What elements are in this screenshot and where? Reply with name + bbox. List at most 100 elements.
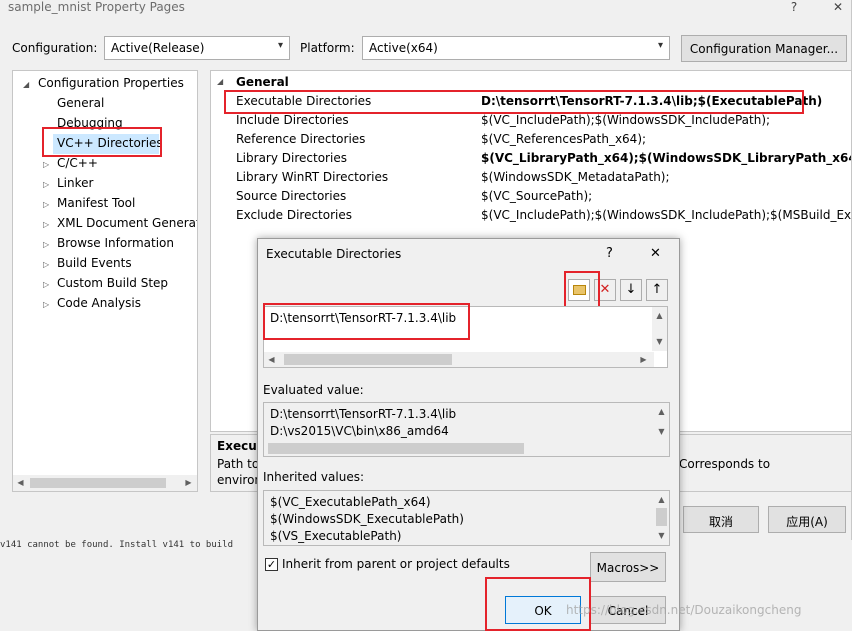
- tree-root[interactable]: Configuration Properties: [38, 76, 184, 90]
- collapsed-triangle-icon[interactable]: ▷: [43, 160, 49, 169]
- window-title: sample_mnist Property Pages: [8, 0, 185, 14]
- tree-item-xml-document[interactable]: XML Document Generat: [57, 216, 197, 230]
- collapsed-triangle-icon[interactable]: ▷: [43, 240, 49, 249]
- property-row[interactable]: Exclude Directories $(VC_IncludePath);$(…: [211, 206, 851, 225]
- checkmark-icon: ✓: [266, 558, 277, 571]
- scroll-right-icon[interactable]: ▶: [636, 355, 651, 364]
- scrollbar-thumb[interactable]: [656, 508, 667, 526]
- evaluated-horizontal-scrollbar[interactable]: [264, 441, 656, 456]
- delete-x-icon: ✕: [599, 282, 611, 297]
- platform-value: Active(x64): [369, 41, 438, 55]
- description-line: environ: [217, 473, 263, 487]
- dialog-close-button[interactable]: ✕: [650, 246, 661, 261]
- collapsed-triangle-icon[interactable]: ▷: [43, 220, 49, 229]
- configuration-combo[interactable]: Active(Release) ▾: [104, 36, 290, 60]
- scroll-up-icon[interactable]: ▲: [654, 407, 669, 416]
- grid-section-title: General: [236, 75, 289, 89]
- property-name: Source Directories: [236, 189, 347, 203]
- collapsed-triangle-icon[interactable]: ▷: [43, 300, 49, 309]
- macros-button[interactable]: Macros>>: [590, 552, 666, 582]
- collapsed-triangle-icon[interactable]: ▷: [43, 200, 49, 209]
- scroll-up-icon[interactable]: ▲: [654, 495, 669, 504]
- property-value: $(VC_SourcePath);: [481, 189, 593, 203]
- evaluated-box: D:\tensorrt\TensorRT-7.1.3.4\lib D:\vs20…: [263, 402, 670, 457]
- evaluated-vertical-scrollbar[interactable]: ▲ ▼: [654, 403, 669, 441]
- section-expanded-icon[interactable]: ◢: [217, 77, 223, 86]
- highlight-box: [564, 271, 600, 309]
- tree-item-build-events[interactable]: Build Events: [57, 256, 132, 270]
- property-row[interactable]: Source Directories $(VC_SourcePath);: [211, 187, 851, 206]
- tree-item-manifest-tool[interactable]: Manifest Tool: [57, 196, 135, 210]
- inherit-checkbox[interactable]: ✓: [265, 558, 278, 571]
- tree-item-general[interactable]: General: [57, 96, 104, 110]
- scroll-down-icon[interactable]: ▼: [654, 427, 669, 436]
- inherited-label: Inherited values:: [263, 470, 364, 484]
- platform-combo[interactable]: Active(x64) ▾: [362, 36, 670, 60]
- tree-item-code-analysis[interactable]: Code Analysis: [57, 296, 141, 310]
- inherit-checkbox-label[interactable]: Inherit from parent or project defaults: [282, 557, 510, 571]
- highlight-box: [224, 90, 804, 114]
- property-name: Include Directories: [236, 113, 349, 127]
- description-line: Path to: [217, 457, 260, 471]
- cancel-button[interactable]: 取消: [683, 506, 759, 533]
- category-tree[interactable]: ◢ Configuration Properties General Debug…: [12, 70, 198, 492]
- evaluated-line: D:\vs2015\VC\bin\x86_amd64: [270, 424, 449, 438]
- list-vertical-scrollbar[interactable]: ▲ ▼: [652, 307, 667, 351]
- scrollbar-thumb[interactable]: [30, 478, 166, 488]
- scroll-up-icon[interactable]: ▲: [652, 311, 667, 320]
- tree-item-custom-build-step[interactable]: Custom Build Step: [57, 276, 168, 290]
- scrollbar-thumb[interactable]: [284, 354, 452, 365]
- property-row[interactable]: Library WinRT Directories $(WindowsSDK_M…: [211, 168, 851, 187]
- configuration-label: Configuration:: [12, 41, 98, 55]
- collapsed-triangle-icon[interactable]: ▷: [43, 260, 49, 269]
- arrow-down-icon: ↓: [625, 282, 637, 297]
- console-output: v141 cannot be found. Install v141 to bu…: [0, 540, 233, 550]
- configuration-value: Active(Release): [111, 41, 205, 55]
- inherited-line: $(VC_ExecutablePath_x64): [270, 495, 431, 509]
- inherited-box: $(VC_ExecutablePath_x64) $(WindowsSDK_Ex…: [263, 490, 670, 546]
- property-name: Reference Directories: [236, 132, 366, 146]
- highlight-box: [263, 303, 470, 340]
- collapsed-triangle-icon[interactable]: ▷: [43, 280, 49, 289]
- tree-item-linker[interactable]: Linker: [57, 176, 93, 190]
- property-row[interactable]: Reference Directories $(VC_ReferencesPat…: [211, 130, 851, 149]
- list-horizontal-scrollbar[interactable]: ◀ ▶: [264, 352, 654, 367]
- property-name: Library Directories: [236, 151, 347, 165]
- tree-horizontal-scrollbar[interactable]: ◀ ▶: [13, 475, 197, 491]
- executable-directories-dialog: Executable Directories ? ✕ ✕ ↓ ↑ D:\tens…: [257, 238, 680, 631]
- chevron-down-icon: ▾: [277, 40, 283, 51]
- tree-item-c-cpp[interactable]: C/C++: [57, 156, 98, 170]
- chevron-down-icon: ▾: [657, 40, 663, 51]
- move-down-button[interactable]: ↓: [620, 279, 642, 301]
- evaluated-line: D:\tensorrt\TensorRT-7.1.3.4\lib: [270, 407, 457, 421]
- property-value: $(WindowsSDK_MetadataPath);: [481, 170, 670, 184]
- scrollbar-thumb[interactable]: [268, 443, 524, 454]
- watermark: https://blog.csdn.net/Douzaikongcheng: [566, 603, 802, 617]
- scroll-down-icon[interactable]: ▼: [654, 531, 669, 540]
- property-row[interactable]: Library Directories $(VC_LibraryPath_x64…: [211, 149, 851, 168]
- inherited-vertical-scrollbar[interactable]: ▲ ▼: [654, 491, 669, 545]
- scroll-left-icon[interactable]: ◀: [13, 478, 28, 487]
- arrow-up-icon: ↑: [651, 282, 663, 297]
- expanded-triangle-icon[interactable]: ◢: [23, 80, 29, 89]
- property-value: $(VC_LibraryPath_x64);$(WindowsSDK_Libra…: [481, 151, 851, 165]
- configuration-manager-button[interactable]: Configuration Manager...: [681, 35, 847, 62]
- property-value: $(VC_IncludePath);$(WindowsSDK_IncludePa…: [481, 208, 852, 222]
- evaluated-label: Evaluated value:: [263, 383, 364, 397]
- help-button[interactable]: ?: [786, 0, 802, 14]
- close-button[interactable]: ✕: [830, 0, 846, 14]
- description-title: Execu: [217, 439, 257, 453]
- property-value: $(VC_IncludePath);$(WindowsSDK_IncludePa…: [481, 113, 771, 127]
- move-up-button[interactable]: ↑: [646, 279, 668, 301]
- description-right-text: Corresponds to: [679, 457, 771, 471]
- property-value: $(VC_ReferencesPath_x64);: [481, 132, 647, 146]
- scroll-left-icon[interactable]: ◀: [264, 355, 279, 364]
- apply-button[interactable]: 应用(A): [768, 506, 846, 533]
- scroll-down-icon[interactable]: ▼: [652, 337, 667, 346]
- dialog-help-button[interactable]: ?: [606, 246, 613, 261]
- collapsed-triangle-icon[interactable]: ▷: [43, 180, 49, 189]
- scroll-right-icon[interactable]: ▶: [181, 478, 196, 487]
- property-name: Library WinRT Directories: [236, 170, 389, 184]
- tree-item-browse-information[interactable]: Browse Information: [57, 236, 174, 250]
- dialog-title: Executable Directories: [266, 247, 402, 261]
